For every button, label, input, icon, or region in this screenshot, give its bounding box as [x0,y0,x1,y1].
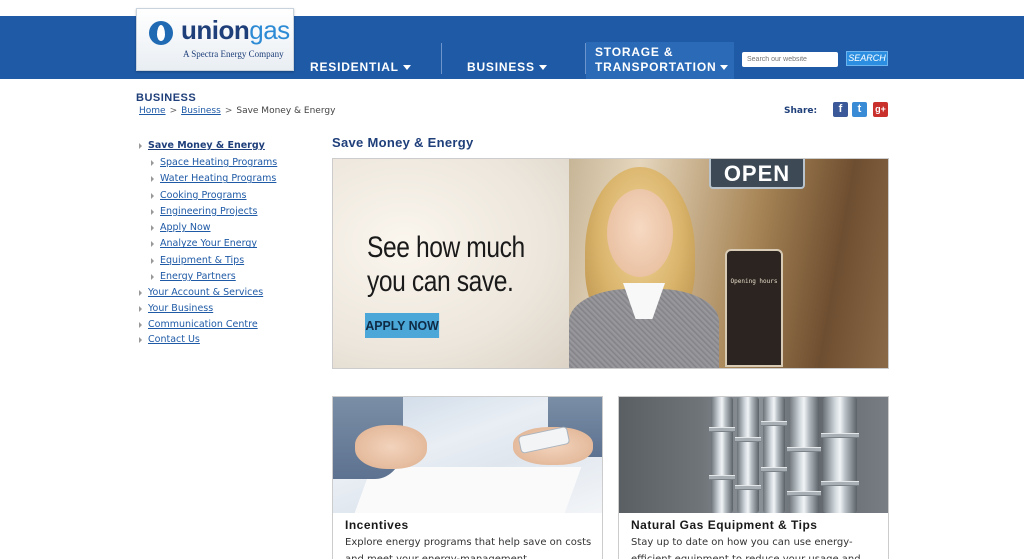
pipe-band [761,421,787,426]
sidebar-item-account-services[interactable]: Your Account & Services [139,287,319,303]
search-button[interactable]: SEARCH [846,51,888,66]
pipe [735,397,761,513]
breadcrumb-home[interactable]: Home [139,106,166,116]
caret-down-icon [402,65,411,71]
facebook-icon[interactable]: f [833,102,848,117]
pipe-band [735,485,761,490]
logo-wordmark: uniongas [181,15,290,46]
pipe [787,397,821,513]
breadcrumb-separator: > [224,106,233,116]
pipe-band [821,433,859,438]
pipe-band [709,427,735,432]
incentives-card[interactable]: Incentives Explore energy programs that … [332,396,603,559]
page-title: Save Money & Energy [332,135,474,150]
google-plus-icon[interactable]: g+ [873,102,888,117]
search-input[interactable] [742,52,838,67]
nav-business[interactable]: BUSINESS [467,60,547,74]
incentives-image [333,397,602,513]
breadcrumb-separator: > [169,106,178,116]
card-title: Natural Gas Equipment & Tips [631,518,818,532]
pipe-band [787,491,821,496]
nav-storage-label-line2: TRANSPORTATION [595,60,717,74]
sidebar-item-apply-now[interactable]: Apply Now [139,222,319,238]
sidebar-item-contact-us[interactable]: Contact Us [139,334,319,350]
left-hand [355,425,427,469]
nav-storage-transportation[interactable]: STORAGE & TRANSPORTATION [595,45,729,75]
sidebar-item-cooking[interactable]: Cooking Programs [139,190,319,206]
equipment-tips-card[interactable]: Natural Gas Equipment & Tips Stay up to … [618,396,889,559]
card-description: Stay up to date on how you can use energ… [631,537,861,559]
pipe-band [821,481,859,486]
pipe-band [735,437,761,442]
caret-down-icon [538,65,547,71]
card-description: Explore energy programs that help save o… [345,537,592,559]
breadcrumb: Home > Business > Save Money & Energy [139,106,335,116]
apply-now-button[interactable]: APPLY NOW [365,313,440,338]
pipe-band [761,467,787,472]
hero-banner[interactable]: OPEN Opening hours See how much you can … [332,158,889,369]
share-label: Share: [784,106,818,116]
sidebar-item-save-money-energy[interactable]: Save Money & Energy [139,140,319,157]
hero-woman-face [607,189,673,277]
pipes-image [619,397,888,513]
sidebar-nav: Save Money & Energy Space Heating Progra… [139,140,319,350]
nav-residential-label: RESIDENTIAL [310,60,399,74]
nav-storage-label-line1: STORAGE & [595,45,674,59]
sidebar-item-water-heating[interactable]: Water Heating Programs [139,173,319,189]
sidebar-item-communication-centre[interactable]: Communication Centre [139,319,319,335]
flame-logo-icon [149,21,173,45]
hours-sign: Opening hours [725,249,783,367]
breadcrumb-current: Save Money & Energy [236,106,336,116]
logo-word-union: union [181,15,250,45]
breadcrumb-business[interactable]: Business [181,106,221,116]
logo-word-gas: gas [249,15,290,45]
sidebar-item-energy-partners[interactable]: Energy Partners [139,271,319,287]
logo-tagline: A Spectra Energy Company [183,49,284,59]
union-gas-logo[interactable]: uniongas A Spectra Energy Company [136,8,294,71]
nav-business-label: BUSINESS [467,60,535,74]
hero-headline-line1: See how much [367,231,525,264]
hero-headline-line2: you can save. [367,265,514,298]
sidebar-item-engineering[interactable]: Engineering Projects [139,206,319,222]
pipe [761,397,787,513]
pipe [709,397,735,513]
section-title: BUSINESS [136,92,197,104]
pipe [821,397,859,513]
sidebar-item-analyze-energy[interactable]: Analyze Your Energy [139,238,319,254]
twitter-icon[interactable]: t [852,102,867,117]
card-title: Incentives [345,518,409,532]
nav-divider [441,43,442,74]
pipe-band [787,447,821,452]
nav-residential[interactable]: RESIDENTIAL [310,60,411,74]
pipe-band [709,475,735,480]
sidebar-item-your-business[interactable]: Your Business [139,303,319,319]
caret-down-icon [720,65,729,71]
sidebar-item-space-heating[interactable]: Space Heating Programs [139,157,319,173]
hero-headline: See how much you can save. [367,231,525,299]
sidebar-item-equipment-tips[interactable]: Equipment & Tips [139,255,319,271]
open-sign: OPEN [709,159,805,189]
